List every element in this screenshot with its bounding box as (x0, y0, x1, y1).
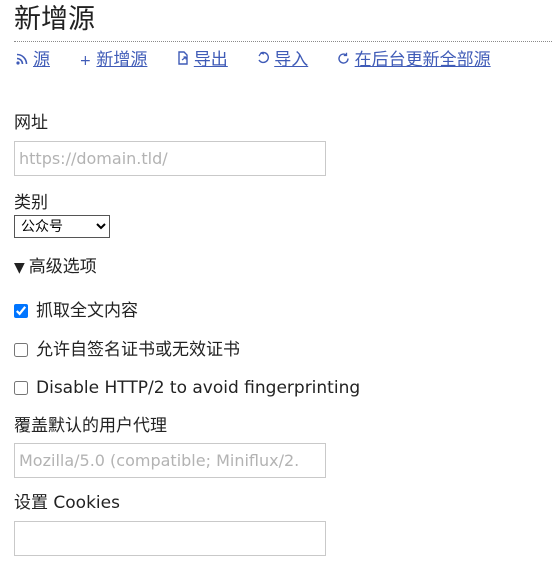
advanced-options-toggle[interactable]: ▼ 高级选项 (14, 255, 344, 280)
nav-import-link[interactable]: 导入 (255, 48, 308, 73)
cookies-label: 设置 Cookies (14, 493, 120, 513)
nav-add-feed-label: 新增源 (96, 50, 148, 70)
crawler-checkbox[interactable] (14, 304, 28, 318)
expanded-triangle-icon: ▼ (14, 260, 25, 276)
disable-http2-option[interactable]: Disable HTTP/2 to avoid fingerprinting (14, 376, 534, 400)
import-icon (255, 49, 271, 73)
plus-icon: + (79, 53, 92, 69)
url-label: 网址 (14, 113, 48, 133)
disable-http2-label: Disable HTTP/2 to avoid fingerprinting (36, 378, 361, 398)
page-nav: 源 + 新增源 导出 导入 在后台更新全部源 (14, 48, 552, 73)
nav-export-link[interactable]: 导出 (175, 48, 228, 73)
user-agent-label: 覆盖默认的用户代理 (14, 416, 167, 436)
refresh-icon (336, 49, 352, 73)
allow-self-signed-checkbox[interactable] (14, 343, 28, 357)
category-label: 类别 (14, 193, 48, 213)
category-select[interactable]: 公众号 (14, 215, 110, 238)
allow-self-signed-label: 允许自签名证书或无效证书 (36, 340, 240, 360)
page-title: 新增源 (14, 4, 95, 35)
user-agent-input[interactable] (14, 443, 326, 478)
disable-http2-checkbox[interactable] (14, 381, 28, 395)
nav-refresh-all-label: 在后台更新全部源 (354, 50, 491, 70)
nav-export-label: 导出 (193, 50, 228, 70)
page-header: 新增源 (14, 0, 552, 42)
add-feed-form: 网址 类别 公众号 ▼高级选项 抓取全文内容 允许自签名证书或无效证书 Disa… (14, 108, 360, 556)
url-input[interactable] (14, 141, 326, 176)
crawler-label: 抓取全文内容 (36, 301, 138, 321)
nav-import-label: 导入 (274, 50, 309, 70)
allow-self-signed-option[interactable]: 允许自签名证书或无效证书 (14, 338, 344, 362)
nav-feeds-link[interactable]: 源 (14, 48, 50, 73)
advanced-options-label: 高级选项 (28, 257, 97, 277)
crawler-option[interactable]: 抓取全文内容 (14, 299, 344, 323)
nav-feeds-label: 源 (33, 50, 50, 70)
rss-icon (14, 49, 30, 73)
nav-refresh-all-link[interactable]: 在后台更新全部源 (336, 48, 491, 73)
nav-add-feed-link[interactable]: + 新增源 (77, 48, 148, 73)
export-icon (175, 49, 191, 73)
cookies-input[interactable] (14, 521, 326, 556)
